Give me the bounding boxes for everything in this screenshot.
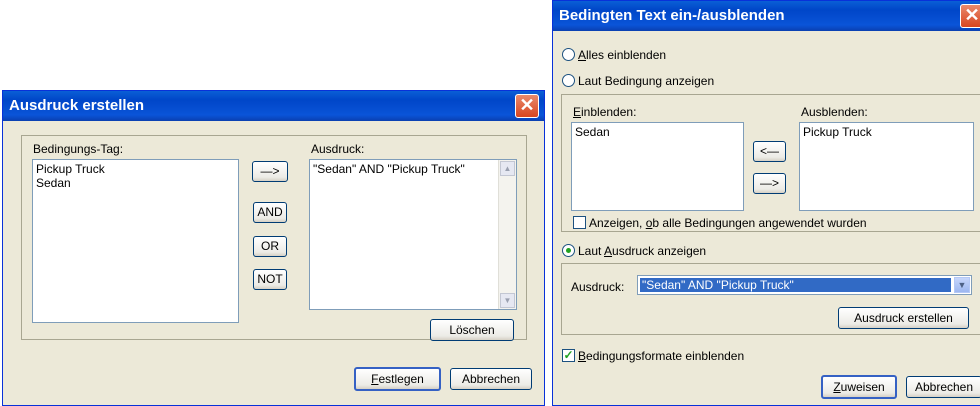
build-expression-dialog: Ausdruck erstellen ✕ Bedingungs-Tag: Pic… — [2, 90, 545, 406]
or-button[interactable]: OR — [253, 236, 287, 257]
hide-list[interactable]: Pickup Truck — [799, 122, 974, 211]
close-icon[interactable]: ✕ — [960, 4, 980, 28]
list-item[interactable]: Pickup Truck — [36, 162, 235, 176]
ok-label: estlegen — [378, 372, 424, 386]
condition-tag-list[interactable]: Pickup Truck Sedan — [32, 159, 239, 323]
show-applied-label: Anzeigen, ob alle Bedingungen angewendet… — [589, 216, 867, 230]
show-formats-checkbox[interactable]: ✓ — [562, 349, 575, 362]
chevron-down-icon[interactable]: ▼ — [954, 277, 970, 293]
radio-show-all-label: Alles einblenden — [578, 48, 667, 62]
radio-by-expression[interactable] — [562, 244, 575, 257]
close-icon[interactable]: ✕ — [515, 94, 539, 118]
radio-by-condition[interactable] — [562, 74, 575, 87]
move-right-button[interactable]: —> — [753, 173, 786, 194]
show-list[interactable]: Sedan — [571, 122, 744, 211]
cancel-button[interactable]: Abbrechen — [906, 376, 980, 398]
show-formats-label: Bedingungsformate einblenden — [578, 349, 745, 363]
expression-selected-value: "Sedan" AND "Pickup Truck" — [640, 278, 951, 292]
not-button[interactable]: NOT — [253, 269, 287, 290]
dialog-title: Bedingten Text ein-/ausblenden — [553, 1, 980, 31]
list-item[interactable]: Sedan — [575, 125, 740, 139]
cancel-button[interactable]: Abbrechen — [450, 368, 532, 390]
move-left-button[interactable]: <— — [753, 141, 786, 162]
add-tag-button[interactable]: —> — [252, 161, 288, 182]
list-item[interactable]: Pickup Truck — [803, 125, 970, 139]
condition-tag-label: Bedingungs-Tag: — [33, 142, 124, 156]
conditional-text-dialog: Bedingten Text ein-/ausblenden ✕ Alles e… — [552, 0, 980, 406]
show-applied-checkbox[interactable] — [573, 216, 586, 229]
expression-label: Ausdruck: — [571, 280, 625, 294]
scroll-down-icon[interactable]: ▼ — [500, 293, 515, 308]
dialog-title: Ausdruck erstellen — [3, 91, 544, 121]
expression-label: Ausdruck: — [311, 142, 365, 156]
and-button[interactable]: AND — [253, 202, 287, 223]
ok-button[interactable]: Festlegen — [354, 367, 441, 391]
show-label: Einblenden: — [573, 105, 637, 119]
build-expression-button[interactable]: Ausdruck erstellen — [838, 307, 969, 329]
expression-select[interactable]: "Sedan" AND "Pickup Truck" ▼ — [637, 275, 972, 295]
expression-textarea[interactable]: "Sedan" AND "Pickup Truck" ▲ ▼ — [309, 159, 517, 310]
apply-button[interactable]: Zuweisen — [821, 375, 897, 399]
delete-button[interactable]: Löschen — [430, 319, 514, 341]
list-item[interactable]: Sedan — [36, 176, 235, 190]
radio-by-expression-label: Laut Ausdruck anzeigen — [578, 244, 707, 258]
hide-label: Ausblenden: — [801, 105, 868, 119]
scrollbar[interactable]: ▲ ▼ — [498, 160, 516, 309]
radio-show-all[interactable] — [562, 48, 575, 61]
radio-by-condition-label: Laut Bedingung anzeigen — [578, 74, 715, 88]
scroll-up-icon[interactable]: ▲ — [500, 161, 515, 176]
expression-text: "Sedan" AND "Pickup Truck" — [313, 162, 465, 176]
